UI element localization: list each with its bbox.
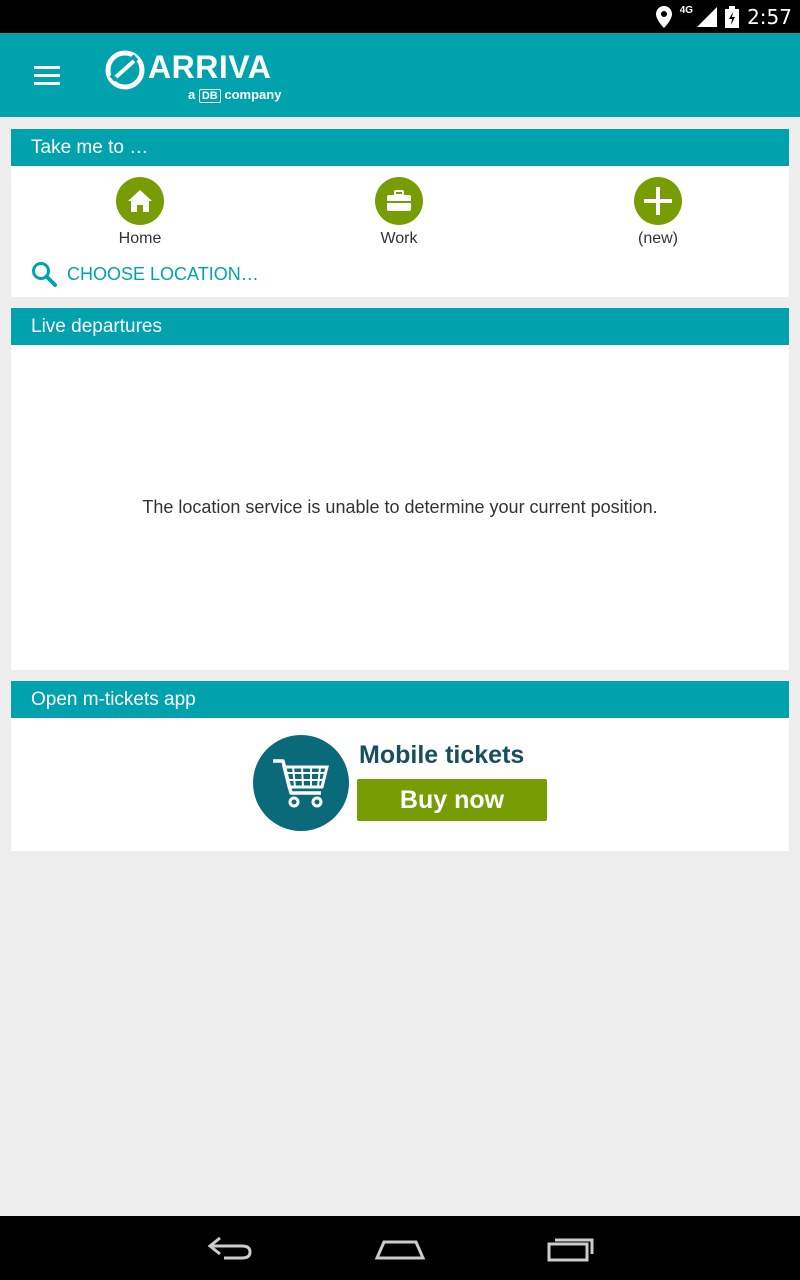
live-departures-header: Live departures (11, 308, 789, 345)
live-departures-card: Live departures The location service is … (11, 308, 789, 670)
status-time: 2:57 (747, 4, 792, 29)
shortcut-label: Home (118, 230, 162, 247)
back-icon[interactable] (206, 1234, 254, 1264)
signal-icon (697, 6, 718, 27)
shortcut-label: (new) (637, 230, 678, 247)
search-icon (32, 262, 57, 287)
status-bar: 4G 2:57 (0, 0, 800, 33)
battery-icon (725, 5, 740, 28)
mobile-tickets-banner[interactable]: Mobile tickets Buy now (253, 735, 553, 831)
brand-name: ARRIVA (148, 49, 272, 85)
shopping-cart-icon (253, 735, 349, 831)
choose-location-button[interactable]: CHOOSE LOCATION… (31, 261, 259, 287)
home-nav-icon[interactable] (374, 1234, 426, 1264)
m-tickets-card: Open m-tickets app Mobile tickets Buy no… (11, 681, 789, 851)
location-icon (655, 5, 672, 28)
menu-icon[interactable] (34, 66, 64, 86)
shortcut-home[interactable]: Home (80, 177, 200, 248)
navigation-bar (0, 1216, 800, 1280)
choose-location-label: CHOOSE LOCATION… (67, 263, 259, 284)
app-bar: ARRIVA a DB company (0, 33, 800, 117)
network-label: 4G (679, 5, 694, 16)
home-icon (116, 177, 164, 225)
m-tickets-header[interactable]: Open m-tickets app (11, 681, 789, 718)
plus-icon (634, 177, 682, 225)
arriva-logo: ARRIVA a DB company (104, 47, 294, 105)
recents-icon[interactable] (546, 1234, 596, 1264)
location-error-message: The location service is unable to determ… (142, 497, 658, 517)
banner-title: Mobile tickets (359, 741, 525, 769)
shortcut-label: Work (380, 230, 418, 247)
take-me-to-header: Take me to … (11, 129, 789, 166)
shortcut-work[interactable]: Work (339, 177, 459, 248)
take-me-to-card: Take me to … Home Work (new) CHOOSE LOCA… (11, 129, 789, 297)
briefcase-icon (375, 177, 423, 225)
arriva-logo-mark-icon (105, 50, 145, 90)
shortcut-new[interactable]: (new) (598, 177, 718, 248)
brand-tagline: a DB company (188, 87, 282, 103)
buy-now-button[interactable]: Buy now (357, 779, 547, 821)
